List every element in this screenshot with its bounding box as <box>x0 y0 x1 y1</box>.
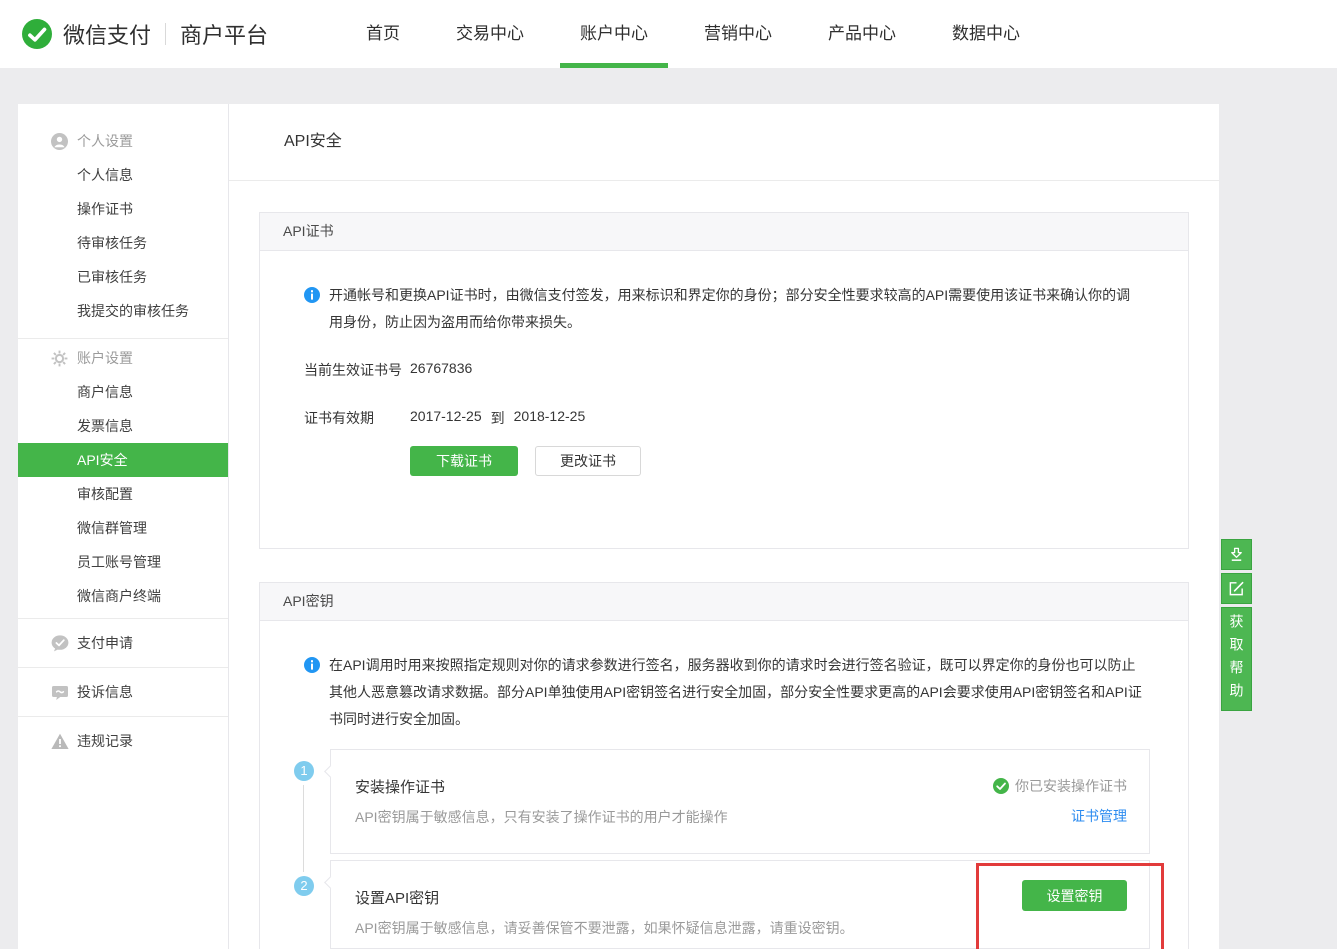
step-connector-line <box>303 785 304 872</box>
sidebar-item-wechat-merchant-terminal[interactable]: 微信商户终端 <box>18 579 228 613</box>
nav-marketing-center[interactable]: 营销中心 <box>684 0 792 68</box>
chat-check-icon <box>51 635 69 652</box>
top-nav: 首页 交易中心 账户中心 营销中心 产品中心 数据中心 <box>338 0 1048 68</box>
change-cert-button[interactable]: 更改证书 <box>535 446 641 476</box>
sidebar: 个人设置 个人信息 操作证书 待审核任务 已审核任务 我提交的审核任务 <box>18 104 228 949</box>
top-header: 微信支付 商户平台 首页 交易中心 账户中心 营销中心 产品中心 数据中心 <box>0 0 1337 68</box>
sidebar-item-api-security[interactable]: API安全 <box>18 443 228 477</box>
sidebar-header-personal-settings[interactable]: 个人设置 <box>18 124 228 158</box>
info-circle-icon <box>304 287 320 303</box>
sidebar-item-violation-record[interactable]: 违规记录 <box>18 716 228 765</box>
sidebar-header-label: 个人设置 <box>77 131 133 151</box>
logo-text-secondary: 商户平台 <box>180 18 268 50</box>
api-cert-panel: API证书 开通帐号和更换API证书时，由微信支付签发，用来标识和界定你的身份；… <box>259 212 1189 549</box>
sidebar-item-complaint-info[interactable]: 投诉信息 <box>18 667 228 716</box>
api-key-panel-title: API密钥 <box>260 583 1188 621</box>
sidebar-item-invoice-info[interactable]: 发票信息 <box>18 409 228 443</box>
step-1-badge: 1 <box>294 761 314 781</box>
step-2-desc: API密钥属于敏感信息，请妥善保管不要泄露，如果怀疑信息泄露，请重设密钥。 <box>355 918 1149 938</box>
logo-text-primary: 微信支付 <box>63 18 151 50</box>
page: 微信支付 商户平台 首页 交易中心 账户中心 营销中心 产品中心 数据中心 个人… <box>0 0 1337 949</box>
nav-account-center[interactable]: 账户中心 <box>560 0 668 68</box>
sidebar-group-account: 账户设置 商户信息 发票信息 API安全 审核配置 微信群管理 员工账号管理 微… <box>18 338 228 613</box>
cert-number-value: 26767836 <box>410 360 472 380</box>
set-key-button[interactable]: 设置密钥 <box>1022 880 1127 911</box>
step-1-status-text: 你已安装操作证书 <box>1015 776 1127 796</box>
download-icon <box>1228 546 1245 563</box>
sidebar-item-personal-info[interactable]: 个人信息 <box>18 158 228 192</box>
api-cert-panel-title: API证书 <box>260 213 1188 251</box>
wechat-pay-logo-icon <box>22 19 52 49</box>
sidebar-item-merchant-info[interactable]: 商户信息 <box>18 375 228 409</box>
step-1-status: 你已安装操作证书 <box>993 776 1127 796</box>
logo-separator <box>165 23 166 45</box>
step-1-install-cert-box: 安装操作证书 API密钥属于敏感信息，只有安装了操作证书的用户才能操作 你已安装… <box>330 749 1150 854</box>
sidebar-header-label: 账户设置 <box>77 348 133 368</box>
sidebar-item-payment-application[interactable]: 支付申请 <box>18 618 228 667</box>
api-key-panel-body: 在API调用时用来按照指定规则对你的请求参数进行签名，服务器收到你的请求时会进行… <box>260 652 1188 949</box>
download-float-button[interactable] <box>1221 539 1252 570</box>
info-circle-icon <box>304 657 320 673</box>
cert-info-row: 开通帐号和更换API证书时，由微信支付签发，用来标识和界定你的身份；部分安全性要… <box>304 282 1144 336</box>
main-content: API安全 API证书 开通帐号和更换API证书时，由微信支付签发，用来标识和界… <box>228 104 1219 949</box>
cert-validity-from: 2017-12-25 <box>410 408 482 428</box>
cert-validity-word: 到 <box>491 408 505 428</box>
floating-toolbar: 获取帮助 <box>1221 539 1252 711</box>
key-info-text: 在API调用时用来按照指定规则对你的请求参数进行签名，服务器收到你的请求时会进行… <box>329 652 1144 733</box>
cert-validity-row: 证书有效期 2017-12-25 到 2018-12-25 <box>304 408 1188 428</box>
sidebar-item-review-config[interactable]: 审核配置 <box>18 477 228 511</box>
message-bubble-icon <box>51 684 69 701</box>
get-help-button[interactable]: 获取帮助 <box>1221 607 1252 711</box>
cert-validity-to: 2018-12-25 <box>514 408 586 428</box>
step-box-notch <box>324 876 337 889</box>
user-icon <box>51 133 68 150</box>
api-cert-panel-body: 开通帐号和更换API证书时，由微信支付签发，用来标识和界定你的身份；部分安全性要… <box>260 282 1188 548</box>
page-title: API安全 <box>229 104 1219 181</box>
cert-management-link[interactable]: 证书管理 <box>1071 806 1127 826</box>
step-2-badge: 2 <box>294 876 314 896</box>
sidebar-item-my-submitted-review[interactable]: 我提交的审核任务 <box>18 294 228 328</box>
sidebar-item-label: 违规记录 <box>77 731 133 751</box>
sidebar-item-pending-review[interactable]: 待审核任务 <box>18 226 228 260</box>
cert-buttons-row: 下载证书 更改证书 <box>410 446 1188 476</box>
check-circle-icon <box>993 778 1009 794</box>
nav-data-center[interactable]: 数据中心 <box>932 0 1040 68</box>
sidebar-item-wechat-group-mgmt[interactable]: 微信群管理 <box>18 511 228 545</box>
logo: 微信支付 商户平台 <box>22 18 268 50</box>
warning-triangle-icon <box>51 733 69 750</box>
key-steps: 1 2 安装操作证书 API密钥属于敏感信息，只有安装了操作证书的用户才能操作 <box>260 749 1188 949</box>
step-1-desc: API密钥属于敏感信息，只有安装了操作证书的用户才能操作 <box>355 807 1149 827</box>
sidebar-header-account-settings[interactable]: 账户设置 <box>18 341 228 375</box>
cert-number-label: 当前生效证书号 <box>304 360 410 380</box>
sidebar-item-label: 支付申请 <box>77 633 133 653</box>
edit-float-button[interactable] <box>1221 573 1252 604</box>
nav-product-center[interactable]: 产品中心 <box>808 0 916 68</box>
api-key-panel: API密钥 在API调用时用来按照指定规则对你的请求参数进行签名，服务器收到你的… <box>259 582 1189 949</box>
cert-info-text: 开通帐号和更换API证书时，由微信支付签发，用来标识和界定你的身份；部分安全性要… <box>329 282 1144 336</box>
edit-icon <box>1228 580 1245 597</box>
step-box-notch <box>324 765 337 778</box>
download-cert-button[interactable]: 下载证书 <box>410 446 518 476</box>
gear-icon <box>51 350 68 367</box>
sidebar-item-operation-cert[interactable]: 操作证书 <box>18 192 228 226</box>
sidebar-item-label: 投诉信息 <box>77 682 133 702</box>
key-info-row: 在API调用时用来按照指定规则对你的请求参数进行签名，服务器收到你的请求时会进行… <box>304 652 1144 733</box>
cert-validity-label: 证书有效期 <box>304 408 410 428</box>
cert-number-row: 当前生效证书号 26767836 <box>304 360 1188 380</box>
nav-transaction-center[interactable]: 交易中心 <box>436 0 544 68</box>
sidebar-item-reviewed[interactable]: 已审核任务 <box>18 260 228 294</box>
step-2-set-key-box: 设置API密钥 API密钥属于敏感信息，请妥善保管不要泄露，如果怀疑信息泄露，请… <box>330 860 1150 949</box>
sidebar-group-personal: 个人设置 个人信息 操作证书 待审核任务 已审核任务 我提交的审核任务 <box>18 104 228 328</box>
nav-home[interactable]: 首页 <box>346 0 420 68</box>
sidebar-item-staff-account-mgmt[interactable]: 员工账号管理 <box>18 545 228 579</box>
